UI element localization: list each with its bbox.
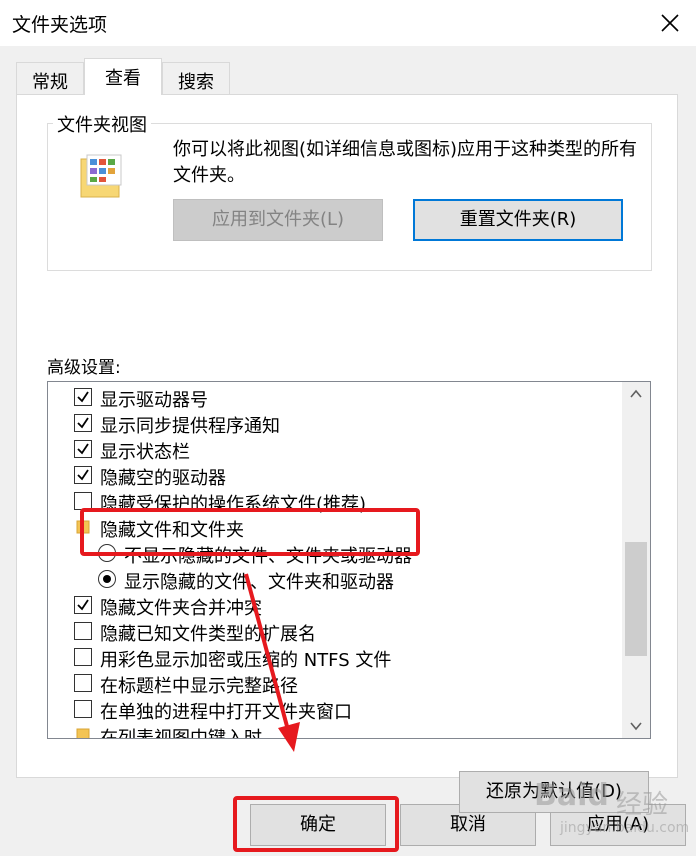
watermark-jingyan: 经验	[616, 790, 669, 820]
baidu-watermark: Baid 经验 jingyan.baidu.com	[530, 778, 690, 844]
watermark-brand: Baid	[534, 778, 609, 813]
watermark-url: jingyan.baidu.com	[560, 820, 690, 836]
annotation-arrow	[244, 573, 300, 752]
